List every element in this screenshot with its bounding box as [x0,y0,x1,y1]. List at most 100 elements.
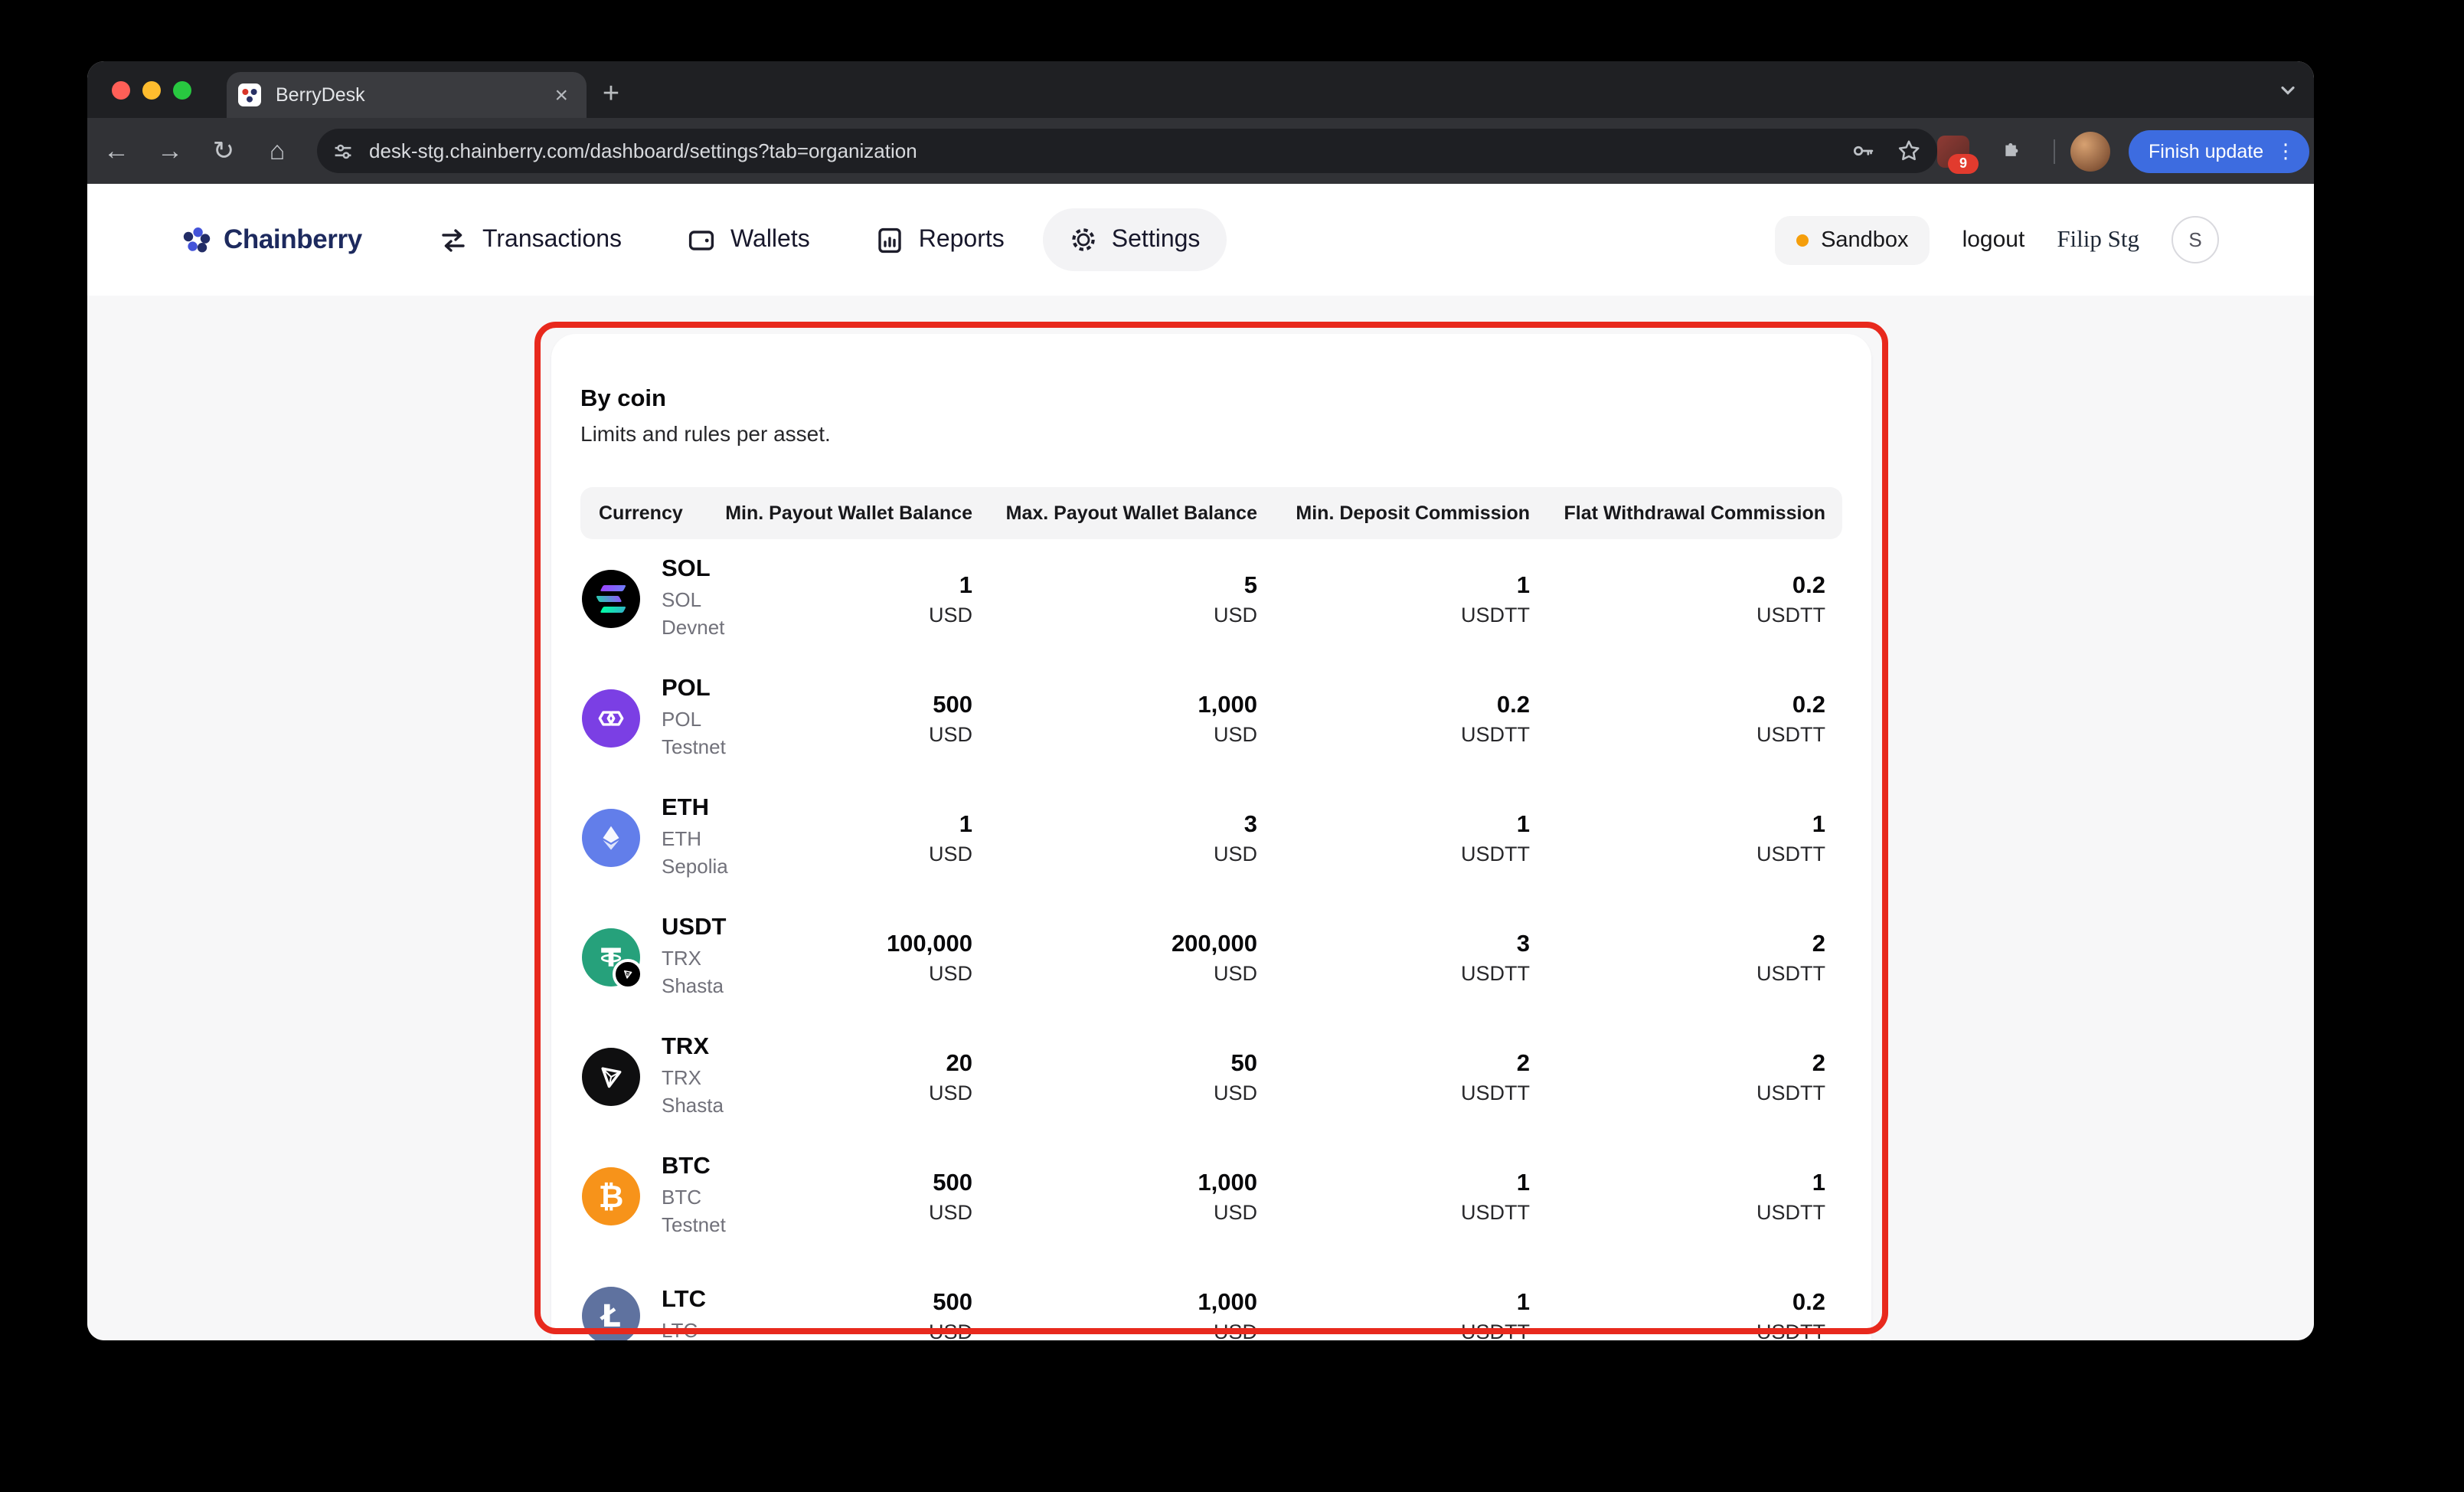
min-payout-value: 20 [946,1050,973,1076]
wallet-icon [686,224,717,255]
currency-cell: ETH ETH Sepolia [580,793,728,882]
user-avatar[interactable]: S [2172,216,2219,263]
reload-button[interactable]: ↻ [202,129,245,172]
max-payout-value: 1,000 [1198,1289,1257,1315]
tron-network-badge-icon [613,958,643,990]
flat-withdrawal-commission-cell: 1 USDTT [1547,811,1842,865]
min-payout-cell: 20 USD [704,1050,989,1104]
min-deposit-commission-value: 1 [1516,1289,1530,1315]
address-bar[interactable]: desk-stg.chainberry.com/dashboard/settin… [317,129,1937,173]
header-right: Sandbox logout Filip Stg S [1775,215,2219,264]
usdt-coin-icon [582,928,643,990]
berrydesk-favicon-icon [237,83,262,107]
column-flat-withdrawal-commission: Flat Withdrawal Commission [1564,502,1826,524]
flat-withdrawal-commission-unit: USDTT [1756,1320,1825,1340]
min-payout-cell: 500 USD [704,692,989,745]
trx-coin-icon [582,1047,640,1106]
url-text[interactable]: desk-stg.chainberry.com/dashboard/settin… [369,139,917,162]
nav-item-wallets[interactable]: Wallets [660,208,836,272]
nav-item-transactions[interactable]: Transactions [412,208,648,272]
min-payout-cell: 500 USD [704,1170,989,1223]
min-deposit-commission-cell: 2 USDTT [1274,1050,1547,1104]
min-payout-cell: 500 USD [704,1289,989,1340]
browser-profile-avatar[interactable] [2070,131,2110,171]
max-payout-unit: USD [1213,603,1257,626]
table-row: Ł LTC LTC 500 USD 1,000 USD 1 USDTT 0.2 … [580,1256,1842,1340]
tab-search-chevron-icon[interactable] [2274,77,2302,104]
min-deposit-commission-value: 1 [1516,572,1530,598]
by-coin-card: By coin Limits and rules per asset. Curr… [551,334,1871,1340]
browser-tab[interactable]: BerryDesk × [227,72,587,118]
new-tab-button[interactable]: + [588,72,634,118]
min-deposit-commission-unit: USDTT [1461,1320,1530,1340]
min-deposit-commission-cell: 1 USDTT [1274,1289,1547,1340]
min-deposit-commission-unit: USDTT [1461,603,1530,626]
min-payout-value: 100,000 [886,931,972,957]
flat-withdrawal-commission-cell: 0.2 USDTT [1547,1289,1842,1340]
max-payout-cell: 5 USD [989,572,1274,626]
nav-item-settings[interactable]: Settings [1042,208,1227,271]
browser-menu-dots-icon[interactable]: ⋮ [2276,139,2296,163]
close-tab-icon[interactable]: × [548,82,574,108]
environment-badge[interactable]: Sandbox [1775,215,1930,264]
min-deposit-commission-unit: USDTT [1461,722,1530,745]
flat-withdrawal-commission-cell: 2 USDTT [1547,1050,1842,1104]
zoom-window-button[interactable] [173,80,191,99]
user-name[interactable]: Filip Stg [2057,226,2139,254]
table-row: USDT TRX Shasta 100,000 USD 200,000 USD … [580,898,1842,1017]
minimize-window-button[interactable] [142,80,161,99]
flat-withdrawal-commission-unit: USDTT [1756,722,1825,745]
coin-symbol: LTC [662,1287,706,1314]
finish-update-button[interactable]: Finish update ⋮ [2129,129,2310,172]
site-settings-icon[interactable] [331,139,355,163]
page-content: By coin Limits and rules per asset. Curr… [87,296,2314,1340]
min-deposit-commission-cell: 1 USDTT [1274,811,1547,865]
nav-label: Transactions [482,226,622,252]
forward-button[interactable]: → [149,129,191,172]
max-payout-cell: 1,000 USD [989,1289,1274,1340]
pol-coin-icon [582,689,640,748]
back-button[interactable]: ← [95,129,138,172]
table-row: ₿ BTC BTC Testnet 500 USD 1,000 USD 1 US… [580,1137,1842,1256]
flat-withdrawal-commission-cell: 1 USDTT [1547,1170,1842,1223]
max-payout-unit: USD [1213,722,1257,745]
currency-cell: POL POL Testnet [580,673,726,763]
max-payout-unit: USD [1213,961,1257,984]
column-max-payout: Max. Payout Wallet Balance [1005,502,1257,524]
min-deposit-commission-unit: USDTT [1461,961,1530,984]
sol-coin-icon [582,569,640,628]
table-row: ETH ETH Sepolia 1 USD 3 USD 1 USDTT 1 US… [580,778,1842,898]
settings-gear-icon [1069,225,1098,254]
flat-withdrawal-commission-unit: USDTT [1756,842,1825,865]
min-payout-value: 500 [933,1289,972,1315]
min-payout-cell: 1 USD [704,572,989,626]
flat-withdrawal-commission-cell: 0.2 USDTT [1547,692,1842,745]
min-deposit-commission-unit: USDTT [1461,1200,1530,1223]
min-deposit-commission-value: 2 [1516,1050,1530,1076]
flat-withdrawal-commission-value: 0.2 [1792,692,1825,718]
finish-update-label: Finish update [2149,140,2264,162]
max-payout-cell: 1,000 USD [989,1170,1274,1223]
extensions-puzzle-icon[interactable] [1998,134,2024,168]
min-deposit-commission-value: 1 [1516,811,1530,837]
chainberry-logo[interactable]: Chainberry [179,223,362,257]
brand-name: Chainberry [224,224,362,254]
desktop-background: BerryDesk × + ← → ↻ ⌂ desk-stg.chainberr… [0,0,2464,1492]
bookmark-star-icon[interactable] [1896,138,1922,164]
extension-button[interactable]: 9 [1937,135,1979,173]
min-deposit-commission-unit: USDTT [1461,842,1530,865]
table-row: SOL SOL Devnet 1 USD 5 USD 1 USDTT 0.2 U… [580,539,1842,659]
min-payout-unit: USD [928,1081,972,1104]
home-button[interactable]: ⌂ [256,129,299,172]
password-key-icon[interactable] [1850,138,1876,164]
min-payout-cell: 100,000 USD [704,931,989,984]
currency-cell: ₿ BTC BTC Testnet [580,1151,726,1241]
close-window-button[interactable] [112,80,130,99]
max-payout-value: 3 [1243,811,1257,837]
flat-withdrawal-commission-value: 1 [1812,811,1825,837]
nav-item-reports[interactable]: Reports [848,208,1031,272]
flat-withdrawal-commission-value: 2 [1812,1050,1825,1076]
card-subtitle: Limits and rules per asset. [580,421,831,446]
currency-cell: SOL SOL Devnet [580,554,724,643]
logout-link[interactable]: logout [1962,227,2025,253]
